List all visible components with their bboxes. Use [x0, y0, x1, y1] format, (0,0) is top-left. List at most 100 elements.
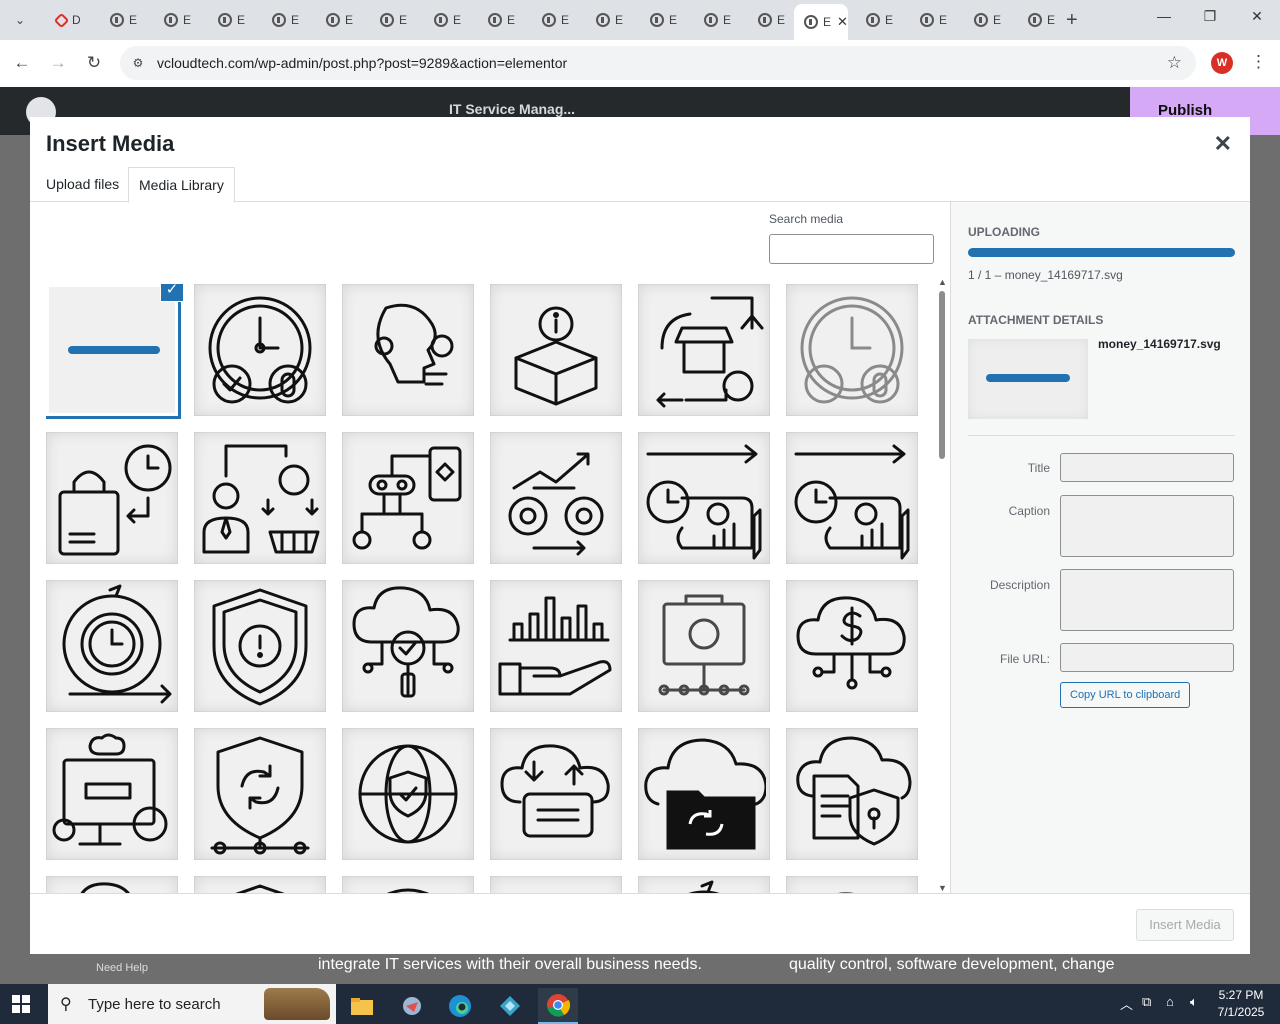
copy-url-button[interactable]: Copy URL to clipboard — [1060, 682, 1191, 708]
attachment-thumbnail[interactable] — [638, 876, 770, 893]
attachment-thumbnail[interactable]: ✓ — [46, 284, 184, 416]
taskbar-search-text[interactable]: Type here to search — [88, 996, 221, 1013]
grid-scrollbar[interactable]: ▲ ▼ — [937, 277, 947, 893]
tray-volume-icon[interactable]: 🔈︎ — [1190, 994, 1198, 1010]
browser-tab[interactable]: E — [424, 6, 478, 34]
url-text[interactable]: vcloudtech.com/wp-admin/post.php?post=92… — [157, 55, 567, 71]
tab-label: E — [723, 13, 732, 27]
attachment-thumbnail[interactable] — [786, 580, 918, 712]
attachment-thumbnail[interactable] — [342, 876, 474, 893]
tab-upload-files[interactable]: Upload files — [36, 167, 129, 202]
search-input[interactable] — [769, 234, 934, 264]
file-explorer-icon[interactable] — [342, 988, 382, 1024]
site-info-icon[interactable]: ⚙ — [130, 55, 146, 71]
attachment-thumbnail[interactable] — [638, 728, 770, 860]
profile-avatar[interactable]: W — [1211, 52, 1233, 74]
attachment-thumbnail[interactable] — [342, 580, 474, 712]
browser-tab[interactable]: E — [370, 6, 424, 34]
shield-gear-alert-icon — [212, 588, 308, 706]
title-field[interactable] — [1060, 453, 1234, 482]
browser-tab[interactable]: E — [154, 6, 208, 34]
restore-icon[interactable]: ❐ — [1187, 8, 1233, 32]
attachment-thumbnail[interactable] — [786, 876, 918, 893]
taskbar-search[interactable]: ⚲ Type here to search — [48, 984, 336, 1024]
document-title[interactable]: IT Service Manag... — [449, 101, 575, 117]
tab-search-icon[interactable]: ⌄ — [8, 8, 32, 32]
attachment-thumbnail[interactable] — [194, 432, 326, 564]
browser-tab[interactable]: E ✕ — [794, 4, 848, 40]
attachment-thumbnail[interactable] — [46, 728, 178, 860]
back-icon[interactable]: ← — [10, 51, 34, 75]
forward-icon[interactable]: → — [46, 51, 70, 75]
attachment-thumbnail[interactable] — [490, 284, 622, 416]
browser-tab[interactable]: E — [910, 6, 964, 34]
attachment-thumbnail[interactable] — [342, 284, 474, 416]
close-tab-icon[interactable]: ✕ — [837, 14, 848, 30]
reload-icon[interactable]: ↻ — [82, 51, 106, 75]
browser-tab[interactable]: E — [208, 6, 262, 34]
browser-tab[interactable]: E — [262, 6, 316, 34]
tab-media-library[interactable]: Media Library — [128, 167, 235, 203]
browser-tab[interactable]: E — [1018, 6, 1072, 34]
browser-tab[interactable]: E — [316, 6, 370, 34]
browser-menu-icon[interactable]: ⋮ — [1250, 52, 1267, 72]
tab-label: E — [453, 13, 462, 27]
browser-tab[interactable]: E — [586, 6, 640, 34]
attachment-thumbnail[interactable] — [638, 580, 770, 712]
attachment-thumbnail[interactable] — [194, 876, 326, 893]
app-diamond-icon[interactable] — [490, 988, 530, 1024]
attachment-thumbnail[interactable] — [638, 432, 770, 564]
attachment-thumbnail[interactable] — [786, 432, 918, 564]
attachment-thumbnail[interactable] — [786, 284, 918, 416]
caption-field[interactable] — [1060, 495, 1234, 557]
description-field[interactable] — [1060, 569, 1234, 631]
attachment-thumbnail[interactable] — [194, 284, 326, 416]
tray-chevron-icon[interactable]: ︿ — [1120, 994, 1133, 1013]
scrollbar-thumb[interactable] — [939, 291, 945, 459]
minimize-icon[interactable]: — — [1141, 8, 1187, 32]
attachment-thumbnail[interactable] — [786, 728, 918, 860]
browser-tab[interactable]: E — [478, 6, 532, 34]
need-help-link[interactable]: Need Help — [96, 962, 148, 974]
attachment-thumbnail[interactable] — [46, 580, 178, 712]
attachment-thumbnail[interactable] — [46, 876, 178, 893]
tab-label: E — [237, 13, 246, 27]
chrome-browser-icon[interactable] — [538, 988, 578, 1024]
attachment-thumbnail[interactable] — [490, 432, 622, 564]
bookmark-star-icon[interactable]: ☆ — [1167, 53, 1182, 73]
snipping-tool-icon[interactable] — [392, 988, 432, 1024]
browser-tab[interactable]: E — [856, 6, 910, 34]
attachment-thumbnail[interactable] — [194, 580, 326, 712]
close-icon[interactable]: ✕ — [1214, 131, 1232, 157]
attachment-thumbnail[interactable] — [194, 728, 326, 860]
browser-tab[interactable]: E — [100, 6, 154, 34]
browser-tab[interactable]: E — [694, 6, 748, 34]
edge-browser-icon[interactable] — [440, 988, 480, 1024]
new-tab-icon[interactable]: + — [1066, 9, 1078, 32]
taskbar-clock[interactable]: 5:27 PM 7/1/2025 — [1210, 987, 1272, 1021]
attachment-thumbnail[interactable] — [490, 876, 622, 893]
attachment-thumbnail[interactable] — [490, 728, 622, 860]
box-info-icon — [514, 306, 598, 406]
file-url-field[interactable] — [1060, 643, 1234, 672]
attachment-thumbnail[interactable] — [490, 580, 622, 712]
insert-media-button[interactable]: Insert Media — [1136, 909, 1234, 941]
windows-start-icon[interactable] — [12, 995, 30, 1013]
attachment-thumbnail[interactable] — [46, 432, 178, 564]
close-window-icon[interactable]: ✕ — [1234, 8, 1280, 32]
attachment-thumbnail[interactable] — [342, 432, 474, 564]
checkmark-icon[interactable]: ✓ — [160, 284, 184, 302]
browser-tab[interactable]: D — [46, 6, 100, 34]
scroll-up-icon[interactable]: ▲ — [938, 277, 947, 287]
address-bar[interactable]: ⚙ vcloudtech.com/wp-admin/post.php?post=… — [120, 46, 1196, 80]
scroll-down-icon[interactable]: ▼ — [938, 883, 947, 893]
tray-wifi-icon[interactable]: ⌂ — [1166, 994, 1174, 1009]
tray-network-alert-icon[interactable]: ⧉ — [1142, 994, 1151, 1010]
tab-label: E — [507, 13, 516, 27]
attachment-thumbnail[interactable] — [342, 728, 474, 860]
browser-tab[interactable]: E — [640, 6, 694, 34]
browser-tab[interactable]: E — [532, 6, 586, 34]
attachment-thumbnail[interactable] — [638, 284, 770, 416]
browser-tab[interactable]: E — [964, 6, 1018, 34]
plan-chart-clock-icon — [646, 444, 762, 560]
